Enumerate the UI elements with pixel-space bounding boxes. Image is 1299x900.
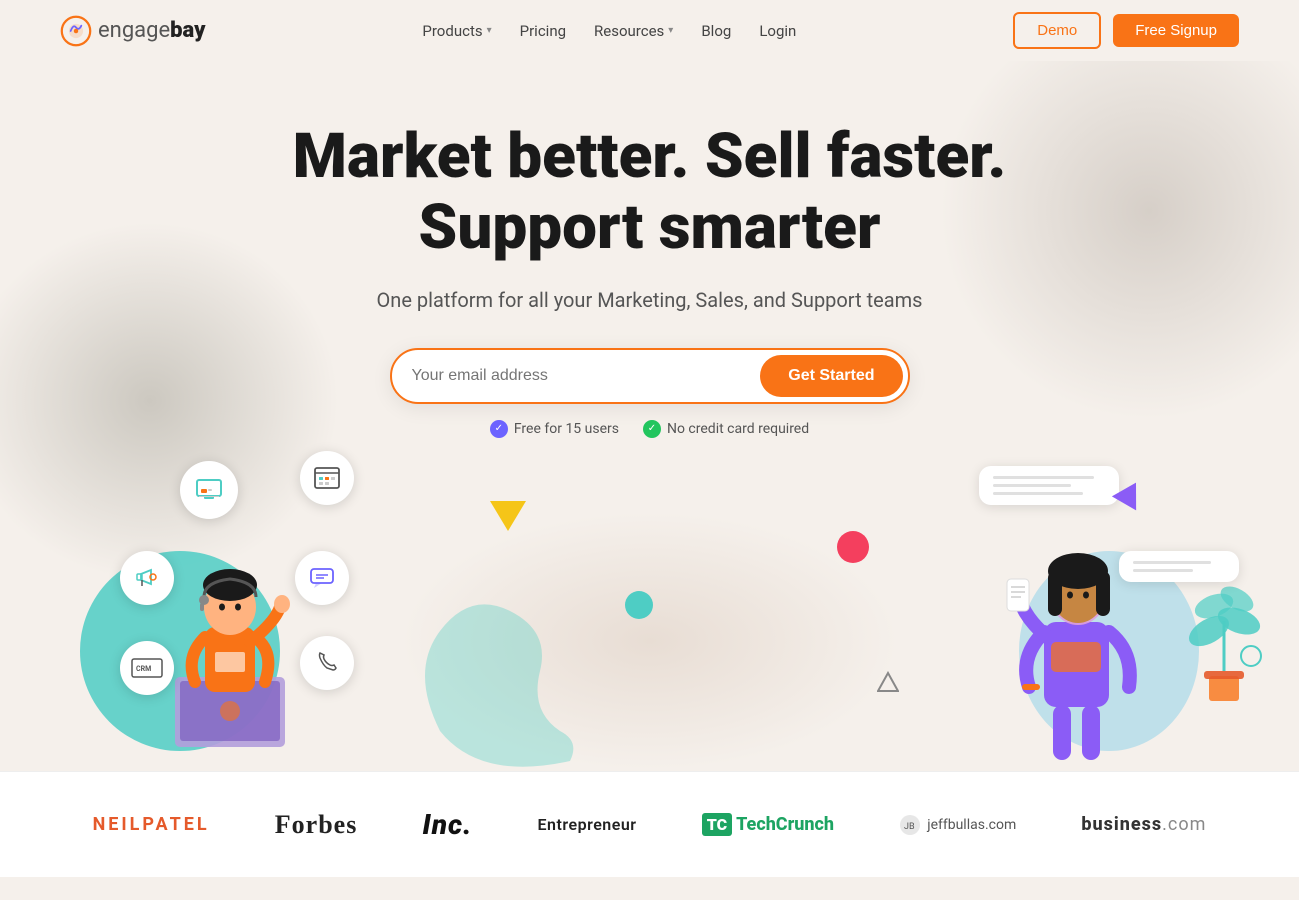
badge-no-credit: ✓ No credit card required [643, 420, 809, 438]
demo-button[interactable]: Demo [1013, 12, 1101, 49]
chevron-down-icon: ▾ [487, 25, 492, 36]
circle-pink-center [837, 531, 869, 563]
logos-section: NEILPATEL Forbes Inc. Entrepreneur TC Te… [0, 771, 1299, 877]
illustrations: CRM [0, 451, 1299, 771]
nav-pricing[interactable]: Pricing [520, 22, 566, 40]
triangle-yellow [490, 501, 526, 531]
form-badges: ✓ Free for 15 users ✓ No credit card req… [20, 420, 1279, 438]
logo-text: engagebay [98, 18, 205, 43]
check-icon-green: ✓ [643, 420, 661, 438]
float-circle-megaphone [120, 551, 174, 605]
float-circle-calendar [300, 451, 354, 505]
logo[interactable]: engagebay [60, 15, 205, 47]
check-icon-purple: ✓ [490, 420, 508, 438]
logo-forbes: Forbes [275, 810, 358, 840]
logo-jeffbullas: JB jeffbullas.com [899, 814, 1016, 836]
person-right-illustration [979, 487, 1189, 771]
circle-teal-center [625, 591, 653, 619]
hero-content: Market better. Sell faster. Support smar… [20, 121, 1279, 438]
center-organic-shape [380, 551, 660, 771]
float-circle-monitor [180, 461, 238, 519]
techcrunch-label: TechCrunch [736, 814, 834, 835]
svg-text:CRM: CRM [136, 665, 151, 673]
hero-section: Market better. Sell faster. Support smar… [0, 61, 1299, 771]
nav-resources[interactable]: Resources ▾ [594, 22, 673, 40]
nav-links: Products ▾ Pricing Resources ▾ Blog Logi… [422, 22, 796, 40]
logo-entrepreneur: Entrepreneur [538, 815, 637, 834]
nav-buttons: Demo Free Signup [1013, 12, 1239, 49]
chevron-down-icon: ▾ [668, 25, 673, 36]
float-circle-chat [295, 551, 349, 605]
float-circle-phone [300, 636, 354, 690]
badge-free-users: ✓ Free for 15 users [490, 420, 619, 438]
jeffbullas-icon: JB [899, 814, 921, 836]
navbar: engagebay Products ▾ Pricing Resources ▾… [0, 0, 1299, 61]
svg-text:JB: JB [904, 822, 915, 832]
person-left-illustration [120, 497, 340, 771]
logo-inc: Inc. [422, 808, 472, 841]
logo-techcrunch: TC TechCrunch [702, 813, 834, 836]
nav-blog[interactable]: Blog [701, 22, 731, 40]
email-input[interactable] [412, 367, 761, 385]
email-form: Get Started [390, 348, 910, 404]
speech-bubble-1 [979, 466, 1119, 505]
hero-title: Market better. Sell faster. Support smar… [20, 121, 1279, 264]
float-circle-crm: CRM [120, 641, 174, 695]
speech-bubble-2 [1119, 551, 1239, 582]
logo-businesscom: business.com [1081, 814, 1206, 835]
techcrunch-tc-badge: TC [702, 813, 732, 836]
get-started-button[interactable]: Get Started [760, 355, 902, 397]
logo-neilpatel: NEILPATEL [93, 814, 210, 835]
triangle-outline-right [877, 671, 899, 697]
nav-products[interactable]: Products ▾ [422, 22, 491, 40]
signup-button[interactable]: Free Signup [1113, 14, 1239, 47]
nav-login[interactable]: Login [759, 22, 796, 40]
logo-icon [60, 15, 92, 47]
hero-subtitle: One platform for all your Marketing, Sal… [20, 288, 1279, 312]
